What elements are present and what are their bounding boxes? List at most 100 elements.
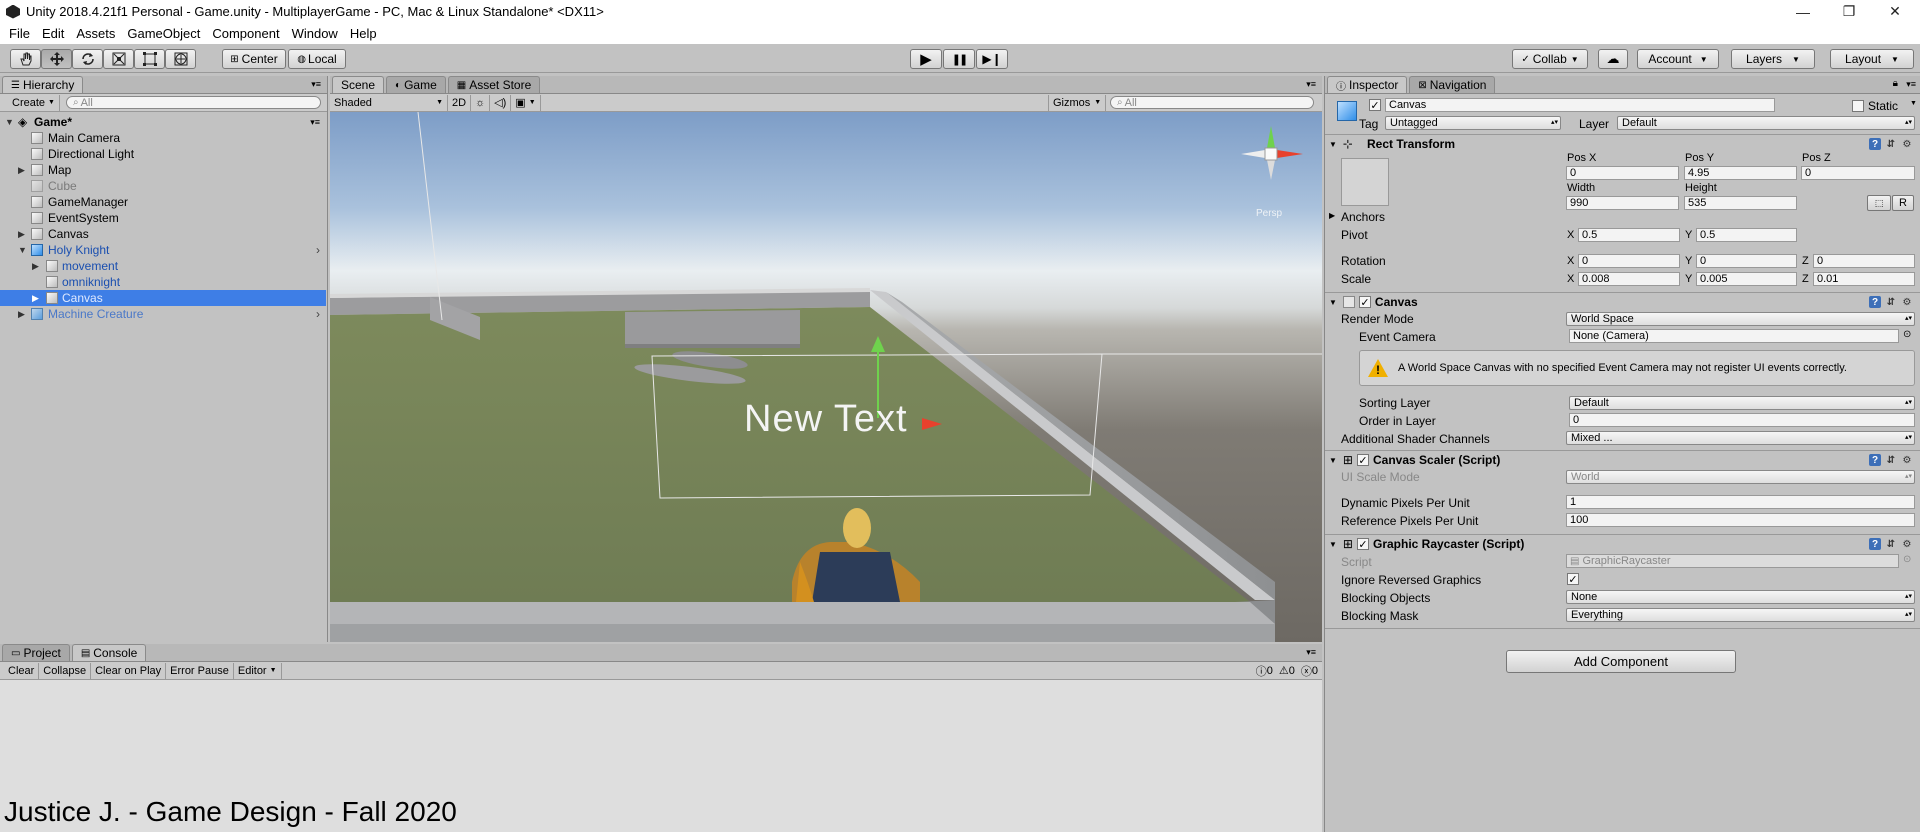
gizmos-dropdown[interactable]: Gizmos ▼: [1048, 94, 1107, 111]
rotation-y-field[interactable]: 0: [1696, 254, 1797, 268]
menu-component[interactable]: Component: [206, 26, 285, 41]
dynamic-pixels-field[interactable]: 1: [1566, 495, 1915, 509]
pivot-y-field[interactable]: 0.5: [1696, 228, 1797, 242]
toggle-2d-button[interactable]: 2D: [448, 94, 472, 111]
error-pause-button[interactable]: Error Pause: [166, 662, 234, 679]
lighting-toggle[interactable]: ☼: [471, 94, 491, 111]
audio-toggle[interactable]: ◁): [490, 94, 512, 111]
scene-root[interactable]: ▼ ◈ Game* ▾≡: [0, 114, 326, 130]
event-camera-field[interactable]: None (Camera): [1569, 329, 1899, 343]
object-name-field[interactable]: Canvas: [1385, 98, 1775, 112]
pos-y-field[interactable]: 4.95: [1684, 166, 1797, 180]
help-icon[interactable]: ?: [1869, 538, 1881, 550]
rotate-tool-button[interactable]: [72, 49, 103, 69]
preset-icon[interactable]: ⇵: [1885, 538, 1897, 550]
render-mode-dropdown[interactable]: World Space: [1566, 312, 1915, 326]
expand-arrow-icon[interactable]: ▶: [32, 293, 39, 304]
list-item[interactable]: ▼ Holy Knight ›: [0, 242, 326, 258]
editor-dropdown[interactable]: Editor ▼: [234, 662, 282, 679]
help-icon[interactable]: ?: [1869, 454, 1881, 466]
shader-channels-dropdown[interactable]: Mixed ...: [1566, 431, 1915, 445]
menu-help[interactable]: Help: [344, 26, 383, 41]
list-item[interactable]: EventSystem: [0, 210, 326, 226]
tab-navigation[interactable]: ⊠ Navigation: [1409, 76, 1496, 93]
hierarchy-search-input[interactable]: ⌕ All: [65, 96, 321, 109]
tab-project[interactable]: ▭ Project: [2, 644, 70, 661]
gear-icon[interactable]: ⚙: [1901, 538, 1913, 550]
expand-arrow-icon[interactable]: ▶: [1329, 211, 1335, 220]
space-local-button[interactable]: ◍ Local: [288, 49, 346, 69]
tab-console[interactable]: ▤ Console: [71, 644, 147, 661]
static-checkbox[interactable]: [1852, 100, 1864, 112]
scale-x-field[interactable]: 0.008: [1578, 272, 1680, 286]
expand-arrow-icon[interactable]: ▶: [18, 229, 25, 240]
tab-inspector[interactable]: ⓘ Inspector: [1327, 76, 1408, 93]
panel-menu-icon[interactable]: ▾≡: [311, 79, 321, 90]
raw-edit-button[interactable]: R: [1892, 195, 1914, 211]
maximize-button[interactable]: ❐: [1826, 0, 1872, 23]
object-picker-icon[interactable]: ⊙: [1903, 329, 1911, 340]
pivot-x-field[interactable]: 0.5: [1578, 228, 1680, 242]
panel-menu-icon[interactable]: ▾≡: [1306, 79, 1316, 90]
rotation-x-field[interactable]: 0: [1578, 254, 1680, 268]
gear-icon[interactable]: ⚙: [1901, 138, 1913, 150]
canvas-enabled-checkbox[interactable]: ✓: [1358, 296, 1371, 309]
list-item[interactable]: ▶ Map: [0, 162, 326, 178]
list-item[interactable]: ▶ Canvas: [0, 226, 326, 242]
cloud-button[interactable]: ☁: [1598, 49, 1628, 69]
persp-label[interactable]: Persp: [1256, 208, 1282, 219]
menu-edit[interactable]: Edit: [36, 26, 70, 41]
step-button[interactable]: ▶❙: [976, 49, 1008, 69]
blocking-mask-dropdown[interactable]: Everything: [1566, 608, 1915, 622]
create-button[interactable]: Create ▼: [8, 94, 60, 111]
pos-x-field[interactable]: 0: [1566, 166, 1679, 180]
panel-menu-icon[interactable]: ▾≡: [1306, 647, 1316, 658]
list-item[interactable]: Cube: [0, 178, 326, 194]
layer-dropdown[interactable]: Default: [1617, 116, 1915, 130]
canvas-scaler-header[interactable]: ▼ ⊞ ✓ Canvas Scaler (Script) ? ⇵ ⚙: [1325, 450, 1920, 469]
chevron-down-icon[interactable]: ▼: [1910, 100, 1917, 107]
collapse-button[interactable]: Collapse: [39, 662, 92, 679]
scale-y-field[interactable]: 0.005: [1696, 272, 1797, 286]
move-tool-button[interactable]: [41, 49, 72, 69]
tab-scene[interactable]: Scene: [332, 76, 385, 93]
account-dropdown[interactable]: Account ▼: [1637, 49, 1719, 69]
canvas-scaler-enabled-checkbox[interactable]: ✓: [1356, 454, 1369, 467]
width-field[interactable]: 990: [1566, 196, 1679, 210]
menu-assets[interactable]: Assets: [70, 26, 121, 41]
raycaster-enabled-checkbox[interactable]: ✓: [1356, 538, 1369, 551]
order-in-layer-field[interactable]: 0: [1569, 413, 1915, 427]
scene-search-input[interactable]: ⌕ All: [1110, 96, 1314, 109]
shading-dropdown[interactable]: Shaded ▼: [330, 94, 448, 111]
reference-pixels-field[interactable]: 100: [1566, 513, 1915, 527]
collapse-arrow-icon[interactable]: ▼: [1329, 298, 1337, 307]
list-item[interactable]: Directional Light: [0, 146, 326, 162]
play-button[interactable]: ▶: [910, 49, 942, 69]
sorting-layer-dropdown[interactable]: Default: [1569, 396, 1915, 410]
scale-z-field[interactable]: 0.01: [1813, 272, 1915, 286]
layers-dropdown[interactable]: Layers ▼: [1731, 49, 1815, 69]
scale-tool-button[interactable]: [103, 49, 134, 69]
ignore-reversed-checkbox[interactable]: ✓: [1567, 573, 1579, 586]
rotation-z-field[interactable]: 0: [1813, 254, 1915, 268]
error-counter[interactable]: ⓧ 0: [1301, 663, 1318, 679]
clear-on-play-button[interactable]: Clear on Play: [91, 662, 167, 679]
panel-menu-icon[interactable]: ▾≡: [310, 117, 320, 128]
height-field[interactable]: 535: [1684, 196, 1797, 210]
gear-icon[interactable]: ⚙: [1901, 296, 1913, 308]
tab-hierarchy[interactable]: ☰ Hierarchy: [2, 76, 84, 93]
add-component-button[interactable]: Add Component: [1506, 650, 1736, 673]
list-item[interactable]: Main Camera: [0, 130, 326, 146]
effects-dropdown[interactable]: ▣ ▼: [511, 94, 541, 111]
lock-icon[interactable]: 🔒︎: [1893, 78, 1898, 89]
warning-counter[interactable]: ⚠ 0: [1279, 663, 1295, 679]
tab-game[interactable]: ◐ Game: [386, 76, 446, 93]
anchors-label[interactable]: Anchors: [1341, 210, 1385, 224]
list-item[interactable]: ▶ movement: [0, 258, 326, 274]
list-item-selected[interactable]: ▶ Canvas: [0, 290, 326, 306]
menu-file[interactable]: File: [3, 26, 36, 41]
clear-button[interactable]: Clear: [4, 662, 40, 679]
close-button[interactable]: ✕: [1872, 0, 1918, 23]
collapse-arrow-icon[interactable]: ▼: [1329, 456, 1337, 465]
panel-menu-icon[interactable]: ▾≡: [1906, 79, 1916, 90]
